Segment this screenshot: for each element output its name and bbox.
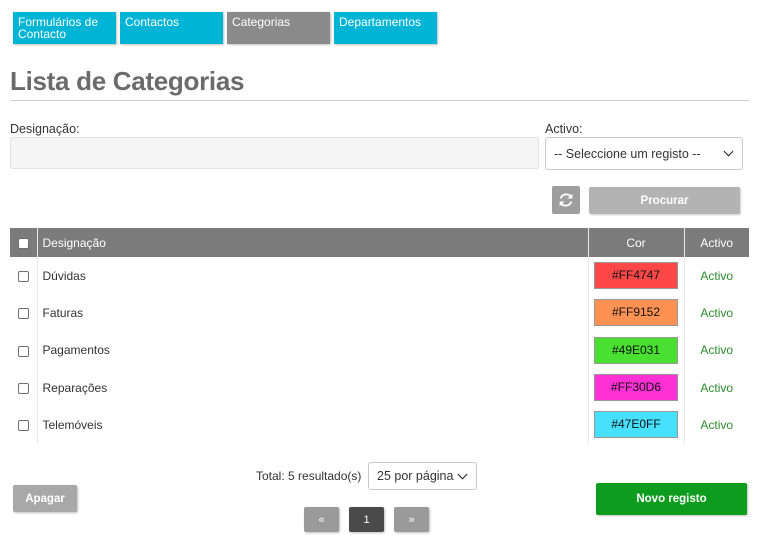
row-color-cell: #49E031 bbox=[588, 331, 685, 369]
header-designacao[interactable]: Designação bbox=[37, 228, 589, 257]
status-text: Activo bbox=[700, 305, 734, 320]
table-row[interactable]: Dúvidas #FF4747 Activo bbox=[10, 257, 749, 295]
tab-departamentos[interactable]: Departamentos bbox=[334, 12, 437, 44]
row-color-cell: #47E0FF bbox=[588, 406, 685, 444]
row-checkbox[interactable] bbox=[17, 308, 29, 320]
header-activo[interactable]: Activo bbox=[684, 228, 749, 257]
activo-select[interactable]: -- Seleccione um registo -- bbox=[545, 137, 743, 170]
previous-page-button[interactable]: « bbox=[304, 507, 339, 532]
pagination: « 1 » bbox=[304, 507, 429, 532]
select-all-checkbox[interactable] bbox=[17, 237, 29, 249]
categories-table: Designação Cor Activo Dúvidas #FF4747 Ac… bbox=[10, 228, 749, 444]
select-all-cell bbox=[10, 228, 38, 257]
row-status-cell: Activo bbox=[684, 257, 749, 294]
chevron-down-icon bbox=[457, 469, 468, 479]
row-name[interactable]: Reparações bbox=[37, 368, 589, 407]
refresh-button[interactable] bbox=[552, 186, 580, 214]
title-divider bbox=[10, 100, 749, 101]
row-status-cell: Activo bbox=[684, 369, 749, 406]
table-row[interactable]: Faturas #FF9152 Activo bbox=[10, 294, 749, 332]
chevron-down-icon bbox=[723, 146, 734, 157]
page-title: Lista de Categorias bbox=[10, 66, 245, 96]
next-page-button[interactable]: » bbox=[394, 507, 429, 532]
activo-select-value: -- Seleccione um registo -- bbox=[554, 146, 701, 161]
color-swatch: #49E031 bbox=[594, 336, 678, 364]
row-checkbox[interactable] bbox=[17, 345, 29, 357]
row-select-cell bbox=[10, 406, 38, 444]
status-text: Activo bbox=[700, 268, 734, 283]
tab-contactos[interactable]: Contactos bbox=[120, 12, 223, 44]
header-cor[interactable]: Cor bbox=[588, 228, 685, 257]
delete-button[interactable]: Apagar bbox=[13, 485, 77, 512]
color-swatch: #FF9152 bbox=[594, 299, 678, 327]
tab-formularios-contacto[interactable]: Formulários de Contacto bbox=[13, 12, 116, 44]
row-checkbox[interactable] bbox=[17, 382, 29, 394]
row-checkbox[interactable] bbox=[17, 420, 29, 432]
top-tabs: Formulários de Contacto Contactos Catego… bbox=[13, 12, 437, 44]
table-row[interactable]: Telemóveis #47E0FF Activo bbox=[10, 406, 749, 444]
row-name[interactable]: Faturas bbox=[37, 294, 589, 332]
row-status-cell: Activo bbox=[684, 332, 749, 369]
current-page-button[interactable]: 1 bbox=[349, 507, 384, 532]
designacao-input[interactable] bbox=[10, 137, 539, 169]
new-record-button[interactable]: Novo registo bbox=[596, 483, 747, 515]
status-text: Activo bbox=[700, 343, 734, 358]
search-button[interactable]: Procurar bbox=[589, 187, 740, 214]
row-name[interactable]: Dúvidas bbox=[37, 257, 589, 295]
row-name[interactable]: Telemóveis bbox=[37, 406, 589, 444]
tab-categorias[interactable]: Categorias bbox=[227, 12, 330, 44]
row-select-cell bbox=[10, 257, 38, 295]
color-swatch: #47E0FF bbox=[594, 411, 678, 439]
activo-label: Activo: bbox=[545, 122, 583, 136]
per-page-value: 25 por página bbox=[377, 469, 454, 483]
row-status-cell: Activo bbox=[684, 294, 749, 331]
designacao-label: Designação: bbox=[10, 122, 80, 136]
row-select-cell bbox=[10, 331, 38, 369]
color-swatch: #FF30D6 bbox=[594, 374, 678, 402]
row-color-cell: #FF4747 bbox=[588, 257, 685, 295]
table-row[interactable]: Reparações #FF30D6 Activo bbox=[10, 368, 749, 407]
row-color-cell: #FF9152 bbox=[588, 294, 685, 332]
color-swatch: #FF4747 bbox=[594, 262, 678, 290]
status-text: Activo bbox=[700, 380, 734, 395]
row-select-cell bbox=[10, 368, 38, 407]
refresh-icon bbox=[559, 193, 573, 207]
per-page-select[interactable]: 25 por página bbox=[368, 462, 477, 490]
row-checkbox[interactable] bbox=[17, 270, 29, 282]
row-status-cell: Activo bbox=[684, 406, 749, 443]
status-text: Activo bbox=[700, 417, 734, 432]
table-header-row: Designação Cor Activo bbox=[10, 228, 749, 257]
row-select-cell bbox=[10, 294, 38, 332]
row-color-cell: #FF30D6 bbox=[588, 368, 685, 407]
table-row[interactable]: Pagamentos #49E031 Activo bbox=[10, 331, 749, 369]
row-name[interactable]: Pagamentos bbox=[37, 331, 589, 369]
total-results: Total: 5 resultado(s) bbox=[256, 469, 362, 483]
